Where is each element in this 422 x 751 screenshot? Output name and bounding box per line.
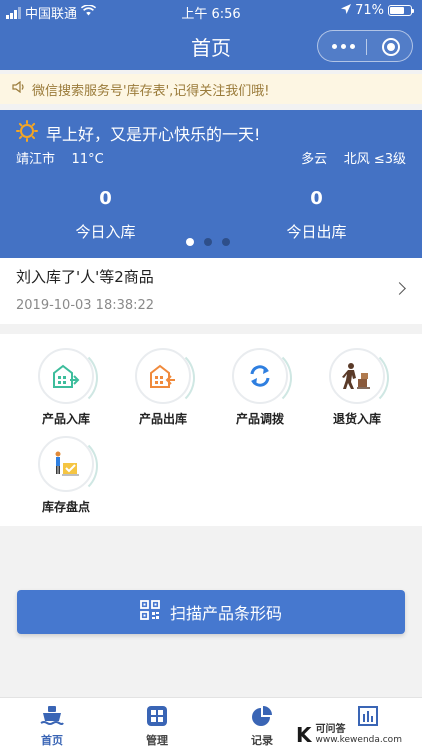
- location-arrow-icon: [341, 3, 352, 18]
- grid-label: 退货入库: [332, 412, 381, 426]
- return-goods-icon: [329, 348, 389, 408]
- grid-item-return-in[interactable]: 退货入库: [307, 348, 407, 427]
- pager-dot[interactable]: [222, 238, 230, 246]
- tab-home[interactable]: 首页: [12, 704, 92, 748]
- grid-item-product-in[interactable]: 产品入库: [16, 348, 116, 427]
- ship-icon: [40, 704, 64, 728]
- temperature: 11°C: [71, 152, 104, 167]
- today-out-label: 今日出库: [286, 223, 347, 241]
- status-bar: 中国联通 上午 6:56 71%: [0, 0, 422, 22]
- watermark-url: www.kewenda.com: [315, 734, 402, 745]
- inventory-check-icon: [38, 436, 98, 496]
- notice-bar: 微信搜索服务号'库存表',记得关注我们哦!: [0, 74, 422, 104]
- grid-label: 产品调拨: [235, 412, 284, 426]
- record-time: 2019-10-03 18:38:22: [16, 298, 155, 313]
- grid-item-product-out[interactable]: 产品出库: [113, 348, 213, 427]
- notice-text: 微信搜索服务号'库存表',记得关注我们哦!: [32, 83, 270, 99]
- grid-item-transfer[interactable]: 产品调拨: [210, 348, 310, 427]
- city-temp: 靖江市 11°C: [16, 148, 104, 167]
- pager-dot[interactable]: [204, 238, 212, 246]
- record-title: 刘入库了'人'等2商品: [16, 268, 154, 286]
- qr-code-icon: [140, 600, 160, 624]
- watermark-logo-icon: K: [296, 722, 312, 747]
- pie-chart-icon: [250, 704, 274, 728]
- grid-item-inventory-check[interactable]: 库存盘点: [16, 436, 116, 515]
- mini-program-capsule: [317, 30, 413, 62]
- function-grid: 产品入库 产品出库 产品调拨 退货入库 库存盘点: [0, 334, 422, 526]
- scan-barcode-button[interactable]: 扫描产品条形码: [17, 590, 405, 634]
- status-right: 71%: [341, 3, 414, 18]
- wind-text: 北风 ≤3级: [343, 152, 406, 167]
- tab-manage[interactable]: 管理: [117, 704, 197, 748]
- weather-condition: 多云 北风 ≤3级: [301, 148, 406, 167]
- tab-label: 首页: [41, 734, 63, 747]
- scan-button-label: 扫描产品条形码: [169, 604, 282, 623]
- speaker-icon: [12, 80, 26, 97]
- tab-records[interactable]: 记录: [222, 704, 302, 748]
- capsule-divider: [366, 39, 367, 55]
- today-out-stat[interactable]: 0 今日出库: [211, 188, 422, 242]
- condition-text: 多云: [301, 152, 328, 167]
- today-in-stat[interactable]: 0 今日入库: [0, 188, 211, 242]
- watermark-text: 可问答 www.kewenda.com: [316, 724, 402, 746]
- latest-record-card[interactable]: 刘入库了'人'等2商品 2019-10-03 18:38:22: [0, 258, 422, 324]
- watermark-brand: 可问答: [315, 723, 346, 735]
- top-bar: 中国联通 上午 6:56 71% 首页: [0, 0, 422, 70]
- close-target-icon[interactable]: [382, 38, 400, 56]
- tab-label: 记录: [251, 734, 273, 747]
- battery-icon: [388, 5, 414, 16]
- today-in-count: 0: [99, 188, 112, 209]
- tab-label: 管理: [146, 734, 168, 747]
- greeting-text: 早上好，又是开心快乐的一天!: [46, 125, 261, 144]
- grid-label: 产品出库: [138, 412, 187, 426]
- city-name: 靖江市: [16, 152, 56, 167]
- weather-banner: 早上好，又是开心快乐的一天! 靖江市 11°C 多云 北风 ≤3级 0 今日入库…: [0, 110, 422, 258]
- warehouse-in-icon: [38, 348, 98, 408]
- today-in-label: 今日入库: [75, 223, 136, 241]
- carousel-pager: [186, 238, 230, 246]
- battery-percent: 71%: [355, 3, 384, 18]
- more-icon[interactable]: [332, 44, 355, 49]
- watermark: K 可问答 www.kewenda.com: [296, 718, 422, 751]
- warehouse-out-icon: [135, 348, 195, 408]
- chevron-right-icon: [393, 282, 406, 295]
- transfer-icon: [232, 348, 292, 408]
- greeting-row: 早上好，又是开心快乐的一天!: [16, 120, 260, 146]
- grid-label: 产品入库: [41, 412, 90, 426]
- grid-label: 库存盘点: [41, 500, 90, 514]
- sun-icon: [16, 120, 38, 146]
- today-out-count: 0: [310, 188, 323, 209]
- grid-icon: [145, 704, 169, 728]
- pager-dot[interactable]: [186, 238, 194, 246]
